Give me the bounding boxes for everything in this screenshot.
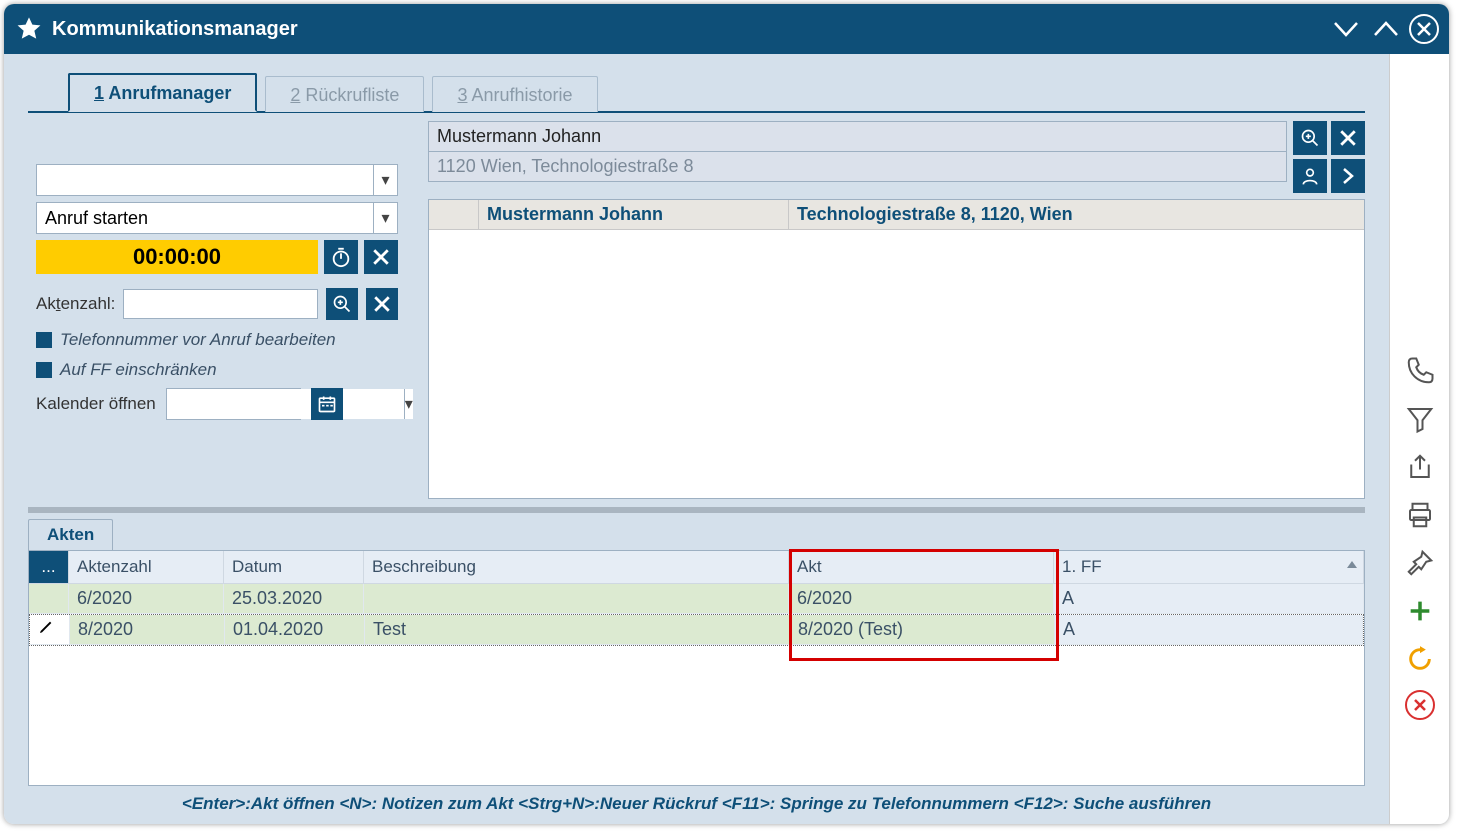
akten-grid[interactable]: ... Aktenzahl Datum Beschreibung Akt 1. … <box>28 550 1365 786</box>
phone-icon[interactable] <box>1403 354 1437 388</box>
minimize-button[interactable] <box>1329 12 1363 46</box>
tab-rueckrufliste[interactable]: 2 Rückrufliste <box>265 76 424 112</box>
table-row[interactable]: 6/2020 25.03.2020 6/2020 A <box>29 584 1364 614</box>
stopwatch-button[interactable] <box>324 240 358 274</box>
cell-beschreibung: Test <box>365 615 790 645</box>
col-aktenzahl[interactable]: Aktenzahl <box>69 551 224 584</box>
search-aktenzahl-button[interactable] <box>326 288 358 320</box>
calendar-combo-input[interactable] <box>167 389 404 419</box>
edit-phone-checkbox[interactable] <box>36 332 52 348</box>
keyboard-hint: <Enter>:Akt öffnen <N>: Notizen zum Akt … <box>4 786 1389 824</box>
chevron-down-icon[interactable]: ▾ <box>373 203 397 233</box>
cell-akt: 8/2020 (Test) <box>790 615 1055 645</box>
maximize-button[interactable] <box>1369 12 1403 46</box>
cell-datum: 01.04.2020 <box>225 615 365 645</box>
grid-col-name[interactable]: Mustermann Johann <box>479 200 789 229</box>
close-button[interactable] <box>1409 14 1439 44</box>
clear-timer-button[interactable] <box>364 240 398 274</box>
funnel-icon[interactable] <box>1403 402 1437 436</box>
pencil-icon <box>38 619 54 635</box>
restrict-ff-checkbox[interactable] <box>36 362 52 378</box>
restrict-ff-label: Auf FF einschränken <box>60 360 217 380</box>
aktenzahl-label: Aktenzahl: <box>36 294 115 314</box>
chevron-down-icon[interactable]: ▾ <box>373 165 397 195</box>
col-datum[interactable]: Datum <box>224 551 364 584</box>
chevron-down-icon[interactable]: ▾ <box>404 389 413 419</box>
col-ff[interactable]: 1. FF <box>1054 551 1364 584</box>
call-timer: 00:00:00 <box>36 240 318 274</box>
search-contact-button[interactable] <box>1293 121 1327 155</box>
aktenzahl-input[interactable] <box>123 289 318 319</box>
next-contact-button[interactable] <box>1331 159 1365 193</box>
calendar-label: Kalender öffnen <box>36 394 156 414</box>
cell-datum: 25.03.2020 <box>224 584 364 614</box>
cell-beschreibung <box>364 584 789 614</box>
cell-ff: A <box>1055 615 1363 645</box>
col-akt[interactable]: Akt <box>789 551 1054 584</box>
calendar-combo[interactable]: ▾ <box>166 388 301 420</box>
grid-menu-button[interactable]: ... <box>29 551 69 584</box>
tab-anrufhistorie[interactable]: 3 Anrufhistorie <box>432 76 597 112</box>
open-calendar-button[interactable] <box>311 388 343 420</box>
contact-result-grid[interactable]: Mustermann Johann Technologiestraße 8, 1… <box>428 199 1365 499</box>
contact-combo-input[interactable] <box>37 165 373 195</box>
add-icon[interactable] <box>1403 594 1437 628</box>
star-icon[interactable] <box>14 14 44 44</box>
sort-asc-icon <box>1347 561 1357 568</box>
clear-contact-button[interactable] <box>1331 121 1365 155</box>
clear-aktenzahl-button[interactable] <box>366 288 398 320</box>
row-edit-cell <box>29 584 69 614</box>
pin-icon[interactable] <box>1403 546 1437 580</box>
refresh-icon[interactable] <box>1403 642 1437 676</box>
action-combo-input[interactable] <box>37 203 373 233</box>
grid-col-addr[interactable]: Technologiestraße 8, 1120, Wien <box>789 200 1364 229</box>
cell-aktenzahl: 6/2020 <box>69 584 224 614</box>
contact-panel: Mustermann Johann 1120 Wien, Technologie… <box>428 121 1365 499</box>
table-row[interactable]: 8/2020 01.04.2020 Test 8/2020 (Test) A <box>29 614 1364 646</box>
cancel-icon[interactable] <box>1405 690 1435 720</box>
right-toolbar <box>1389 54 1449 824</box>
cell-aktenzahl: 8/2020 <box>70 615 225 645</box>
contact-name-field[interactable]: Mustermann Johann <box>428 121 1287 152</box>
col-beschreibung[interactable]: Beschreibung <box>364 551 789 584</box>
action-combo[interactable]: ▾ <box>36 202 398 234</box>
cell-akt: 6/2020 <box>789 584 1054 614</box>
person-button[interactable] <box>1293 159 1327 193</box>
row-edit-cell[interactable] <box>30 615 70 645</box>
export-icon[interactable] <box>1403 450 1437 484</box>
cell-ff: A <box>1054 584 1364 614</box>
contact-address-field: 1120 Wien, Technologiestraße 8 <box>428 152 1287 182</box>
contact-combo[interactable]: ▾ <box>36 164 398 196</box>
window-title: Kommunikationsmanager <box>52 18 298 41</box>
edit-phone-label: Telefonnummer vor Anruf bearbeiten <box>60 330 336 350</box>
titlebar: Kommunikationsmanager <box>4 4 1449 54</box>
grid-col-blank[interactable] <box>429 200 479 229</box>
print-icon[interactable] <box>1403 498 1437 532</box>
tab-akten[interactable]: Akten <box>28 519 113 550</box>
main-tabs: 1 Anrufmanager 2 Rückrufliste 3 Anrufhis… <box>28 54 1365 113</box>
tab-anrufmanager[interactable]: 1 Anrufmanager <box>68 73 257 112</box>
